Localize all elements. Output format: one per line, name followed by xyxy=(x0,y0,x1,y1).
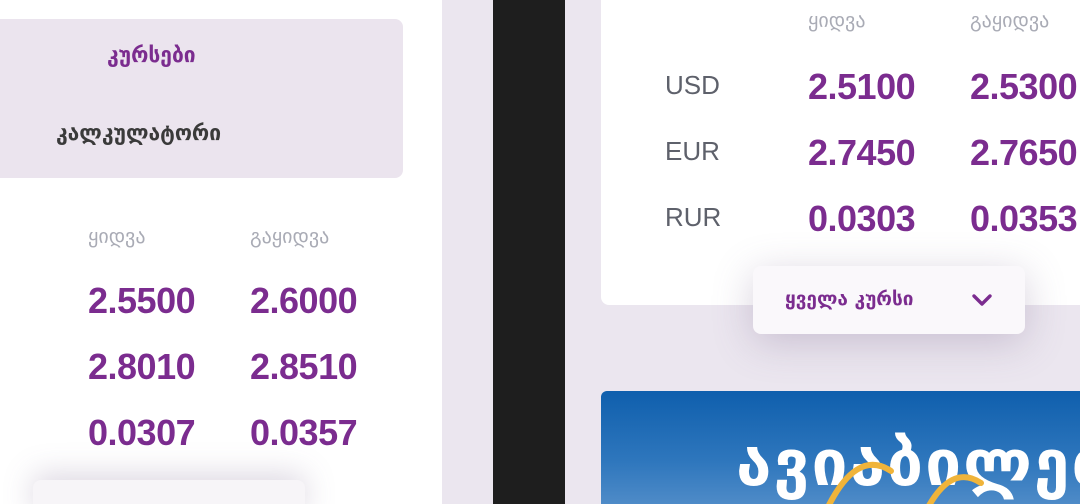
buy-rate-value: 2.5500 xyxy=(88,280,196,321)
tab-calculator[interactable]: კალკულატორი xyxy=(56,121,221,145)
sell-column-header: გაყიდვა xyxy=(970,8,1050,32)
buy-column-header: ყიდვა xyxy=(88,224,146,248)
all-rates-button[interactable]: ყველა კურსი xyxy=(753,266,1025,334)
buy-rate-value: 2.8010 xyxy=(88,346,196,387)
left-rates-card: კურსები კალკულატორი ყიდვა გაყიდვა 2.5500… xyxy=(0,0,442,504)
sell-rate-value: 0.0353 xyxy=(970,198,1078,239)
left-rates-pane: კურსები კალკულატორი ყიდვა გაყიდვა 2.5500… xyxy=(0,0,458,504)
airplane-arc-icon xyxy=(826,461,984,504)
currency-code: USD xyxy=(665,70,720,100)
buy-rate-value: 2.7450 xyxy=(808,132,916,173)
buy-rate-value: 0.0303 xyxy=(808,198,916,239)
split-screen-divider[interactable] xyxy=(493,0,565,504)
left-all-rates-button[interactable] xyxy=(33,480,305,504)
sell-rate-value: 0.0357 xyxy=(250,412,358,453)
tab-rates[interactable]: კურსები xyxy=(107,43,196,67)
right-rates-pane: ყიდვა გაყიდვა USD 2.5100 2.5300 EUR 2.74… xyxy=(565,0,1080,504)
chevron-down-icon xyxy=(972,294,992,306)
sell-rate-value: 2.7650 xyxy=(970,132,1078,173)
sell-column-header: გაყიდვა xyxy=(250,224,330,248)
currency-code: EUR xyxy=(665,136,720,166)
rates-tab-switcher xyxy=(0,19,403,178)
promo-banner[interactable]: ავიაბილეთ xyxy=(601,391,1080,504)
buy-rate-value: 2.5100 xyxy=(808,66,916,107)
sell-rate-value: 2.6000 xyxy=(250,280,358,321)
sell-rate-value: 2.5300 xyxy=(970,66,1078,107)
all-rates-button-label: ყველა კურსი xyxy=(785,288,914,310)
buy-column-header: ყიდვა xyxy=(808,8,866,32)
currency-code: RUR xyxy=(665,202,722,232)
buy-rate-value: 0.0307 xyxy=(88,412,196,453)
sell-rate-value: 2.8510 xyxy=(250,346,358,387)
